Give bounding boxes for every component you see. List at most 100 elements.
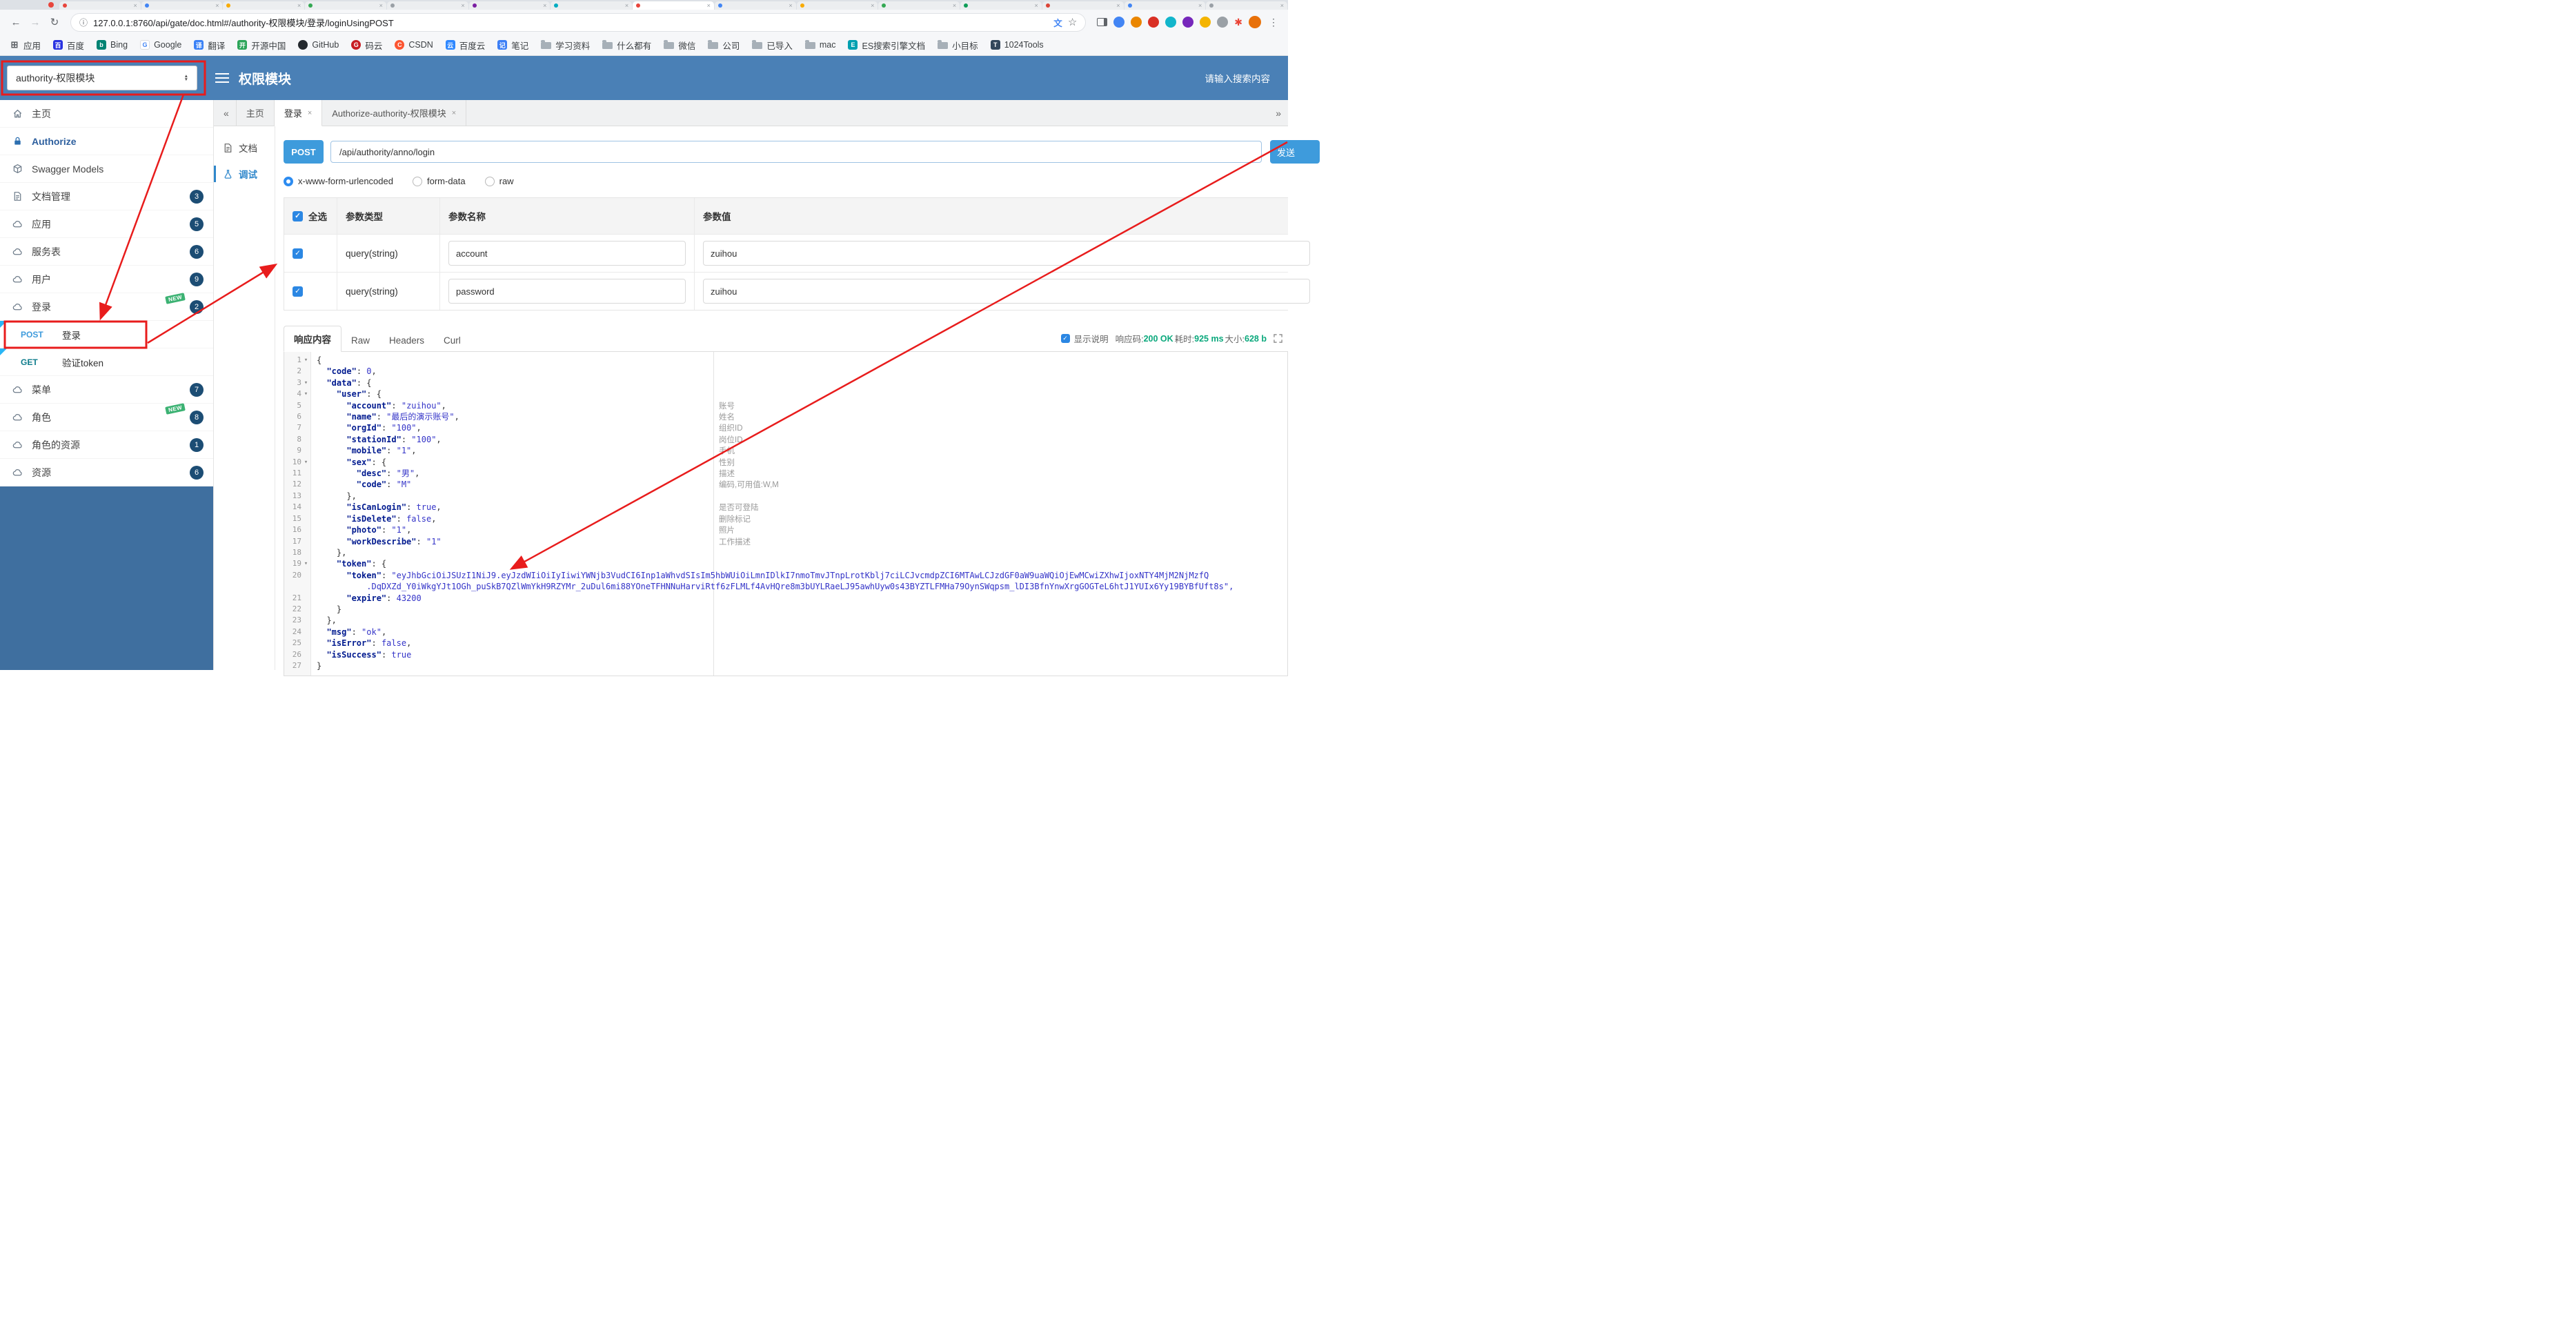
tab-close-icon[interactable] [133,3,137,9]
bookmark-item[interactable]: 什么都有 [602,39,651,52]
sidebar-item-service[interactable]: 服务表 6 [0,238,213,266]
tab-close-icon[interactable] [1116,3,1120,9]
extension-icon[interactable] [1131,17,1142,28]
bookmark-item[interactable]: 公司 [708,39,740,52]
tab-close-icon[interactable] [1198,3,1202,9]
tab-close-icon[interactable] [707,3,711,9]
content-type-option[interactable]: form-data [412,176,466,186]
extension-icon[interactable] [1113,17,1125,28]
browser-tab[interactable] [1206,1,1288,10]
bookmark-item[interactable]: 百度云 [445,39,485,52]
sidebar-endpoint-token-get[interactable]: GET 验证token [0,348,213,376]
tab-close-icon[interactable] [789,3,792,9]
api-path[interactable]: /api/authority/anno/login [330,141,1262,163]
browser-tab[interactable] [141,1,223,10]
tab-close-icon[interactable] [543,3,546,9]
browser-tab[interactable] [796,1,878,10]
sidebar-item-home[interactable]: 主页 [0,100,213,128]
forward-button[interactable] [28,17,43,28]
content-type-option[interactable]: x-www-form-urlencoded [284,176,393,186]
header-search[interactable]: 请输入搜索内容 [1205,71,1271,85]
param-checkbox[interactable] [293,286,303,297]
tab-close-icon[interactable] [461,3,464,9]
traffic-light-close-icon[interactable] [48,2,54,8]
tab-close-icon[interactable] [953,3,956,9]
tab-home[interactable]: 主页 [237,100,275,126]
bookmark-item[interactable]: 笔记 [497,39,528,52]
bookmark-item[interactable]: 1024Tools [990,40,1044,50]
browser-tab[interactable] [59,1,141,10]
extension-icon[interactable] [1148,17,1160,28]
tab-close-icon[interactable] [308,109,312,117]
fold-caret-icon[interactable] [301,457,310,468]
fold-caret-icon[interactable] [301,388,310,400]
bookmark-item[interactable]: Bing [97,40,128,50]
browser-tab[interactable] [468,1,551,10]
browser-tab[interactable] [878,1,960,10]
site-info-icon[interactable] [79,17,88,28]
bookmark-item[interactable]: GitHub [298,40,339,50]
sidebar-item-user[interactable]: 用户 9 [0,266,213,293]
tab-close-icon[interactable] [625,3,628,9]
tab-login[interactable]: 登录 [274,100,323,126]
tab-close-icon[interactable] [871,3,874,9]
browser-tab[interactable] [305,1,386,10]
browser-menu-icon[interactable] [1267,17,1280,28]
fullscreen-icon[interactable] [1274,334,1282,343]
bookmark-item[interactable]: 码云 [351,39,382,52]
bookmark-item[interactable]: 应用 [10,39,41,52]
response-tab-0[interactable]: 响应内容 [284,326,341,352]
hamburger-icon[interactable] [215,73,229,83]
colorful-asterisk-icon[interactable] [1234,17,1242,28]
param-value-input[interactable] [703,279,1310,304]
extension-icon[interactable] [1200,17,1211,28]
tab-authorize[interactable]: Authorize-authority-权限模块 [322,100,467,126]
browser-tab[interactable] [223,1,305,10]
bookmark-item[interactable]: 翻译 [194,39,225,52]
fold-caret-icon[interactable] [301,377,310,388]
profile-avatar[interactable] [1249,16,1261,28]
tab-close-icon[interactable] [1035,3,1038,9]
browser-tab[interactable] [1124,1,1206,10]
tab-close-icon[interactable] [1280,3,1284,9]
module-select[interactable]: authority-权限模块 [7,66,197,90]
tab-close-icon[interactable] [452,109,456,117]
extension-icon[interactable] [1182,17,1194,28]
bookmark-item[interactable]: 已导入 [752,39,793,52]
reload-button[interactable] [47,16,62,28]
bookmark-item[interactable]: 小目标 [938,39,978,52]
bookmark-item[interactable]: 开源中国 [237,39,286,52]
bookmark-item[interactable]: 微信 [664,39,695,52]
tab-close-icon[interactable] [379,3,383,9]
param-checkbox[interactable] [293,248,303,259]
browser-tab[interactable] [1042,1,1124,10]
tab-close-icon[interactable] [215,3,219,9]
extension-icon[interactable] [1165,17,1177,28]
sidebar-item-role[interactable]: 角色 NEW 8 [0,403,213,431]
bookmark-item[interactable]: ES搜索引擎文档 [848,39,925,52]
sidebar-item-app[interactable]: 应用 5 [0,210,213,238]
sidebar-item-role-resource[interactable]: 角色的资源 1 [0,431,213,459]
side-panel-icon[interactable] [1097,18,1108,26]
browser-tab[interactable] [633,1,714,10]
bookmark-item[interactable]: 学习资料 [541,39,590,52]
sidebar-item-authorize[interactable]: Authorize [0,128,213,155]
send-button[interactable]: 发送 [1270,140,1320,164]
show-description-checkbox[interactable] [1060,334,1070,343]
param-name-input[interactable] [448,241,686,266]
sidebar-item-resource[interactable]: 资源 6 [0,459,213,486]
content-type-option[interactable]: raw [484,176,514,186]
browser-tab[interactable] [551,1,633,10]
bookmark-item[interactable]: mac [804,40,835,50]
tab-close-icon[interactable] [297,3,301,9]
translate-icon[interactable] [1053,16,1062,29]
bookmark-item[interactable]: 百度 [53,39,84,52]
fold-caret-icon[interactable] [301,558,310,569]
tabs-right-chevron-icon[interactable] [1276,108,1281,119]
sidebar-item-menu[interactable]: 菜单 7 [0,376,213,404]
param-value-input[interactable] [703,241,1310,266]
doc-nav-debug[interactable]: 调试 [214,161,275,187]
bookmark-item[interactable]: Google [140,40,181,50]
tabs-left-chevron-icon[interactable] [224,108,229,119]
browser-tab[interactable] [714,1,796,10]
